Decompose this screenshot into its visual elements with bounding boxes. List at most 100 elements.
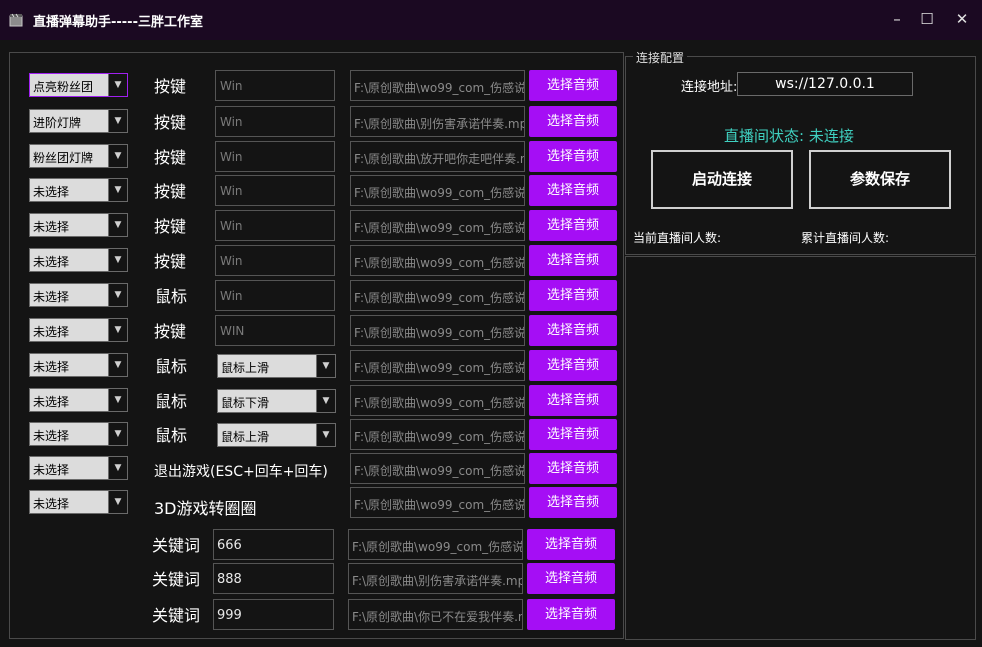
key-input[interactable]: Win bbox=[215, 245, 335, 276]
audio-path-value: F:\原创歌曲\wo99_com_伤感说 bbox=[354, 361, 525, 375]
select-audio-button[interactable]: 选择音频 bbox=[529, 106, 617, 137]
event-select[interactable]: 未选择 ▼ bbox=[29, 213, 128, 237]
select-audio-button[interactable]: 选择音频 bbox=[527, 563, 615, 594]
key-input[interactable]: Win bbox=[215, 210, 335, 241]
keyword-input-value: 999 bbox=[217, 608, 242, 623]
start-connection-button[interactable]: 启动连接 bbox=[651, 150, 793, 209]
select-audio-button[interactable]: 选择音频 bbox=[529, 419, 617, 450]
event-select[interactable]: 未选择 ▼ bbox=[29, 283, 128, 307]
audio-path-input[interactable]: F:\原创歌曲\wo99_com_伤感说 bbox=[350, 487, 525, 518]
key-input-value: Win bbox=[220, 150, 243, 164]
action-type-label: 3D游戏转圈圈 bbox=[154, 499, 257, 518]
key-input-value: Win bbox=[220, 289, 243, 303]
select-audio-button[interactable]: 选择音频 bbox=[529, 175, 617, 206]
select-audio-button[interactable]: 选择音频 bbox=[527, 599, 615, 630]
audio-path-input[interactable]: F:\原创歌曲\wo99_com_伤感说 bbox=[350, 453, 525, 484]
audio-path-value: F:\原创歌曲\别伤害承诺伴奏.mp bbox=[352, 574, 523, 588]
audio-path-input[interactable]: F:\原创歌曲\wo99_com_伤感说 bbox=[350, 175, 525, 206]
mouse-action-select[interactable]: 鼠标下滑 ▼ bbox=[217, 389, 336, 413]
action-type-label: 退出游戏(ESC+回车+回车) bbox=[154, 464, 328, 480]
key-input[interactable]: Win bbox=[215, 141, 335, 172]
audio-path-input[interactable]: F:\原创歌曲\wo99_com_伤感说 bbox=[348, 529, 523, 560]
address-input[interactable]: ws://127.0.0.1 bbox=[737, 72, 913, 96]
select-audio-button[interactable]: 选择音频 bbox=[529, 487, 617, 518]
audio-path-input[interactable]: F:\原创歌曲\你已不在爱我伴奏.n bbox=[348, 599, 523, 630]
audio-path-input[interactable]: F:\原创歌曲\wo99_com_伤感说 bbox=[350, 385, 525, 416]
event-select[interactable]: 未选择 ▼ bbox=[29, 178, 128, 202]
keyword-input[interactable]: 999 bbox=[213, 599, 334, 630]
audio-path-input[interactable]: F:\原创歌曲\放开吧你走吧伴奏.n bbox=[350, 141, 525, 172]
event-select[interactable]: 点亮粉丝团 ▼ bbox=[29, 73, 128, 97]
event-select-value: 未选择 bbox=[33, 463, 70, 477]
audio-path-input[interactable]: F:\原创歌曲\wo99_com_伤感说 bbox=[350, 350, 525, 381]
key-input[interactable]: Win bbox=[215, 280, 335, 311]
chevron-down-icon: ▼ bbox=[108, 491, 127, 513]
keyword-input[interactable]: 666 bbox=[213, 529, 334, 560]
mouse-action-select[interactable]: 鼠标上滑 ▼ bbox=[217, 423, 336, 447]
keyword-input-value: 888 bbox=[217, 572, 242, 587]
action-type-label: 鼠标 bbox=[155, 357, 188, 376]
audio-path-value: F:\原创歌曲\wo99_com_伤感说 bbox=[354, 291, 525, 305]
close-button[interactable]: ✕ bbox=[948, 8, 976, 30]
connection-status: 直播间状态: 未连接 bbox=[724, 127, 854, 145]
audio-path-input[interactable]: F:\原创歌曲\别伤害承诺伴奏.mp bbox=[350, 106, 525, 137]
keyword-input[interactable]: 888 bbox=[213, 563, 334, 594]
audio-path-value: F:\原创歌曲\wo99_com_伤感说 bbox=[354, 498, 525, 512]
key-input[interactable]: Win bbox=[215, 175, 335, 206]
action-type-label: 按键 bbox=[154, 113, 187, 132]
audio-path-value: F:\原创歌曲\wo99_com_伤感说 bbox=[354, 186, 525, 200]
event-select-value: 未选择 bbox=[33, 220, 70, 234]
audio-path-value: F:\原创歌曲\wo99_com_伤感说 bbox=[354, 81, 525, 95]
key-input[interactable]: WIN bbox=[215, 315, 335, 346]
event-select[interactable]: 未选择 ▼ bbox=[29, 248, 128, 272]
select-audio-button[interactable]: 选择音频 bbox=[529, 210, 617, 241]
select-audio-button[interactable]: 选择音频 bbox=[529, 350, 617, 381]
key-input-value: Win bbox=[220, 184, 243, 198]
audio-path-input[interactable]: F:\原创歌曲\wo99_com_伤感说 bbox=[350, 280, 525, 311]
event-select-value: 粉丝团灯牌 bbox=[33, 151, 94, 165]
chevron-down-icon: ▼ bbox=[108, 354, 127, 376]
select-audio-button[interactable]: 选择音频 bbox=[529, 70, 617, 101]
audio-path-input[interactable]: F:\原创歌曲\wo99_com_伤感说 bbox=[350, 245, 525, 276]
current-viewers-label: 当前直播间人数: bbox=[633, 231, 722, 245]
select-audio-button[interactable]: 选择音频 bbox=[529, 280, 617, 311]
audio-path-input[interactable]: F:\原创歌曲\wo99_com_伤感说 bbox=[350, 70, 525, 101]
event-select[interactable]: 未选择 ▼ bbox=[29, 318, 128, 342]
select-audio-button[interactable]: 选择音频 bbox=[529, 315, 617, 346]
audio-path-input[interactable]: F:\原创歌曲\wo99_com_伤感说 bbox=[350, 419, 525, 450]
event-select[interactable]: 未选择 ▼ bbox=[29, 388, 128, 412]
minimize-button[interactable]: – bbox=[883, 8, 911, 30]
event-select[interactable]: 未选择 ▼ bbox=[29, 422, 128, 446]
mouse-action-select[interactable]: 鼠标上滑 ▼ bbox=[217, 354, 336, 378]
key-input-value: Win bbox=[220, 254, 243, 268]
select-audio-button[interactable]: 选择音频 bbox=[529, 385, 617, 416]
chevron-down-icon: ▼ bbox=[108, 457, 127, 479]
chevron-down-icon: ▼ bbox=[108, 145, 127, 167]
chevron-down-icon: ▼ bbox=[316, 390, 335, 412]
audio-path-value: F:\原创歌曲\wo99_com_伤感说 bbox=[352, 540, 523, 554]
event-select[interactable]: 未选择 ▼ bbox=[29, 490, 128, 514]
select-audio-button[interactable]: 选择音频 bbox=[529, 453, 617, 484]
key-input[interactable]: Win bbox=[215, 106, 335, 137]
keyword-label: 关键词 bbox=[152, 606, 201, 625]
select-audio-button[interactable]: 选择音频 bbox=[529, 245, 617, 276]
select-audio-button[interactable]: 选择音频 bbox=[527, 529, 615, 560]
key-input[interactable]: Win bbox=[215, 70, 335, 101]
event-select[interactable]: 粉丝团灯牌 ▼ bbox=[29, 144, 128, 168]
event-select[interactable]: 未选择 ▼ bbox=[29, 353, 128, 377]
event-select-value: 未选择 bbox=[33, 429, 70, 443]
audio-path-input[interactable]: F:\原创歌曲\wo99_com_伤感说 bbox=[350, 315, 525, 346]
event-select-value: 未选择 bbox=[33, 290, 70, 304]
maximize-button[interactable]: ☐ bbox=[913, 8, 941, 30]
total-viewers-label: 累计直播间人数: bbox=[801, 231, 890, 245]
event-select[interactable]: 未选择 ▼ bbox=[29, 456, 128, 480]
event-select-value: 未选择 bbox=[33, 497, 70, 511]
address-label: 连接地址: bbox=[681, 80, 738, 95]
select-audio-button[interactable]: 选择音频 bbox=[529, 141, 617, 172]
save-params-button[interactable]: 参数保存 bbox=[809, 150, 951, 209]
audio-path-input[interactable]: F:\原创歌曲\别伤害承诺伴奏.mp bbox=[348, 563, 523, 594]
log-area[interactable] bbox=[625, 256, 976, 640]
audio-path-input[interactable]: F:\原创歌曲\wo99_com_伤感说 bbox=[350, 210, 525, 241]
event-select[interactable]: 进阶灯牌 ▼ bbox=[29, 109, 128, 133]
audio-path-value: F:\原创歌曲\放开吧你走吧伴奏.n bbox=[354, 152, 525, 166]
